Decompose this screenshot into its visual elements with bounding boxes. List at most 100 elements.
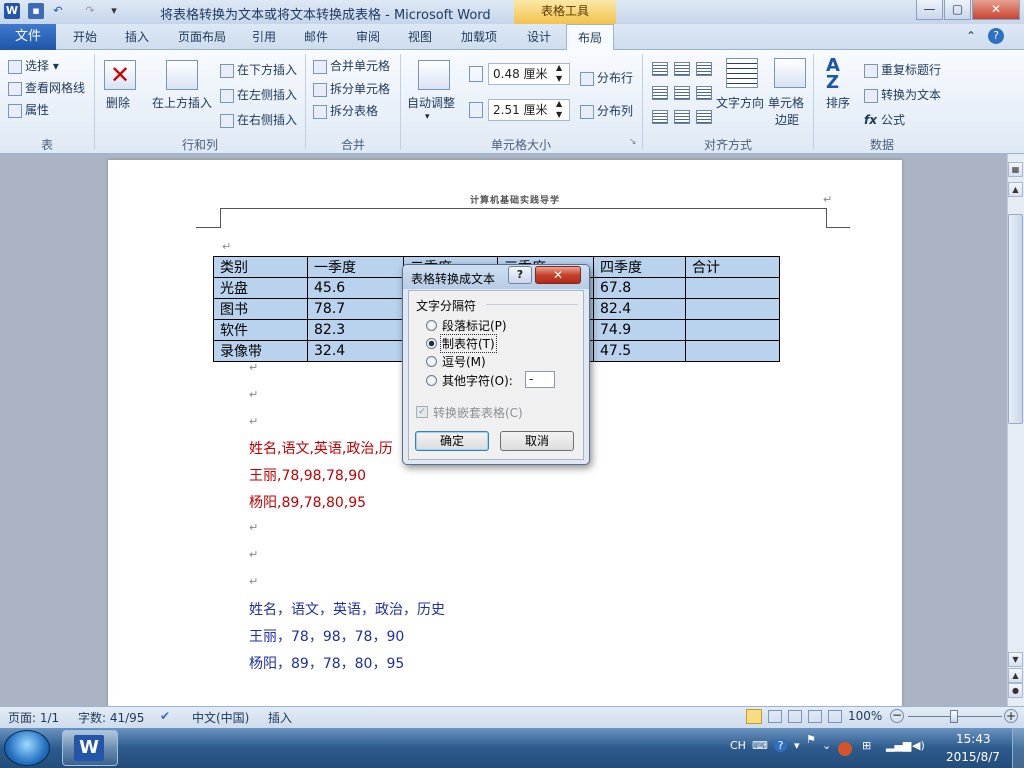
align-bottom-right-icon[interactable]	[696, 110, 712, 124]
radio-other[interactable]	[426, 375, 437, 386]
view-gridlines-button[interactable]: 查看网格线	[8, 79, 85, 96]
insert-below-button[interactable]: 在下方插入	[220, 61, 297, 78]
align-bottom-center-icon[interactable]	[674, 110, 690, 124]
align-top-right-icon[interactable]	[696, 62, 712, 76]
tab-insert[interactable]: 插入	[114, 24, 160, 50]
tab-page-layout[interactable]: 页面布局	[170, 24, 234, 50]
select-button[interactable]: 选择 ▾	[8, 57, 59, 74]
scroll-thumb[interactable]	[1008, 214, 1023, 424]
text-line-red[interactable]: 姓名,语文,英语,政治,历	[249, 438, 393, 458]
keyboard-icon[interactable]: ⌨	[752, 739, 768, 752]
close-button[interactable]: ✕	[972, 0, 1020, 20]
text-line-blue[interactable]: 杨阳，89，78，80，95	[249, 653, 404, 673]
volume-icon[interactable]: ◀)	[912, 739, 925, 752]
help-icon[interactable]: ?	[988, 28, 1004, 44]
table-cell[interactable]: 67.8	[593, 277, 686, 299]
ruler-toggle-icon[interactable]: ▦	[1008, 162, 1023, 177]
properties-button[interactable]: 属性	[8, 101, 49, 118]
zoom-out-icon[interactable]: −	[890, 709, 904, 723]
table-cell[interactable]: 74.9	[593, 319, 686, 341]
other-character-input[interactable]: -	[525, 371, 555, 388]
clock-time[interactable]: 15:43	[956, 732, 991, 746]
tab-addins[interactable]: 加载项	[452, 24, 506, 50]
word-app-icon[interactable]: W	[4, 3, 20, 19]
split-cells-button[interactable]: 拆分单元格	[313, 80, 390, 97]
table-header-cell[interactable]: 一季度	[307, 256, 404, 278]
split-table-button[interactable]: 拆分表格	[313, 102, 378, 119]
radio-paragraph-mark[interactable]	[426, 320, 437, 331]
table-cell[interactable]	[685, 277, 780, 299]
zoom-level[interactable]: 100%	[848, 709, 882, 723]
input-language[interactable]: CH	[730, 739, 746, 752]
table-cell[interactable]: 45.6	[307, 277, 404, 299]
tab-home[interactable]: 开始	[62, 24, 108, 50]
network-icon[interactable]: ▂▄▆	[886, 739, 911, 752]
tab-layout[interactable]: 布局	[566, 24, 614, 51]
tab-review[interactable]: 审阅	[348, 24, 388, 50]
table-cell[interactable]	[685, 319, 780, 341]
customize-qat-icon[interactable]: ▾	[106, 3, 122, 19]
align-middle-right-icon[interactable]	[696, 86, 712, 100]
tab-design[interactable]: 设计	[516, 24, 562, 50]
text-line-blue[interactable]: 王丽，78，98，78，90	[249, 626, 404, 646]
tab-references[interactable]: 引用	[244, 24, 284, 50]
tray-expand-icon[interactable]: ▾	[794, 739, 800, 752]
table-cell[interactable]: 32.4	[307, 340, 404, 362]
distribute-rows-button[interactable]: 分布行	[580, 69, 633, 86]
zoom-slider-thumb[interactable]	[950, 710, 958, 723]
save-icon[interactable]: ▪	[28, 3, 44, 19]
web-layout-icon[interactable]	[788, 710, 802, 723]
table-cell[interactable]: 录像带	[213, 340, 308, 362]
show-desktop-button[interactable]	[1012, 728, 1024, 768]
delete-button[interactable]: 删除	[106, 94, 130, 111]
table-cell[interactable]: 图书	[213, 298, 308, 320]
autofit-icon[interactable]	[418, 60, 450, 90]
redo-icon[interactable]: ↷	[82, 3, 98, 19]
table-cell[interactable]: 82.3	[307, 319, 404, 341]
repeat-header-button[interactable]: 重复标题行	[864, 61, 941, 78]
security-tray-icon[interactable]	[838, 742, 852, 756]
table-header-cell[interactable]: 合计	[685, 256, 780, 278]
sort-icon[interactable]: AZ	[826, 57, 840, 92]
table-cell[interactable]: 78.7	[307, 298, 404, 320]
zoom-in-icon[interactable]: +	[1004, 709, 1018, 723]
sort-button[interactable]: 排序	[826, 94, 850, 111]
maximize-button[interactable]: ▢	[944, 0, 971, 20]
previous-page-icon[interactable]: ▲	[1008, 668, 1023, 683]
radio-tab-label[interactable]: 制表符(T)	[440, 334, 497, 353]
formula-button[interactable]: fx 公式	[864, 111, 905, 128]
merge-cells-button[interactable]: 合并单元格	[313, 57, 390, 74]
full-screen-reading-icon[interactable]	[768, 710, 782, 723]
scroll-up-arrow[interactable]: ▲	[1008, 182, 1023, 197]
outline-view-icon[interactable]	[808, 710, 822, 723]
action-center-icon[interactable]: ⚑	[806, 733, 816, 746]
distribute-cols-button[interactable]: 分布列	[580, 102, 633, 119]
insert-above-icon[interactable]	[166, 60, 198, 90]
table-header-cell[interactable]: 四季度	[593, 256, 686, 278]
autofit-dropdown-icon[interactable]: ▾	[425, 112, 430, 122]
autofit-button[interactable]: 自动调整	[407, 94, 455, 111]
insert-mode-status[interactable]: 插入	[268, 709, 292, 726]
ok-button[interactable]: 确定	[415, 431, 489, 451]
align-top-left-icon[interactable]	[652, 62, 668, 76]
cell-margins-icon[interactable]	[774, 58, 806, 88]
cell-size-launcher-icon[interactable]: ↘	[629, 137, 637, 147]
row-height-spinner[interactable]: ▲ ▼	[556, 62, 562, 84]
text-direction-icon[interactable]	[726, 58, 758, 88]
start-button[interactable]	[4, 730, 50, 766]
dialog-close-button[interactable]: ✕	[535, 266, 581, 284]
cancel-button[interactable]: 取消	[500, 431, 574, 451]
cell-margins-button[interactable]: 单元格	[768, 94, 804, 111]
windows-flag-icon[interactable]: ⊞	[862, 739, 871, 752]
undo-icon[interactable]: ↶	[50, 3, 66, 19]
delete-icon[interactable]: ✕	[104, 60, 136, 90]
table-cell[interactable]	[685, 340, 780, 362]
word-count[interactable]: 字数: 41/95	[78, 709, 144, 726]
radio-tab[interactable]	[426, 338, 437, 349]
tab-view[interactable]: 视图	[400, 24, 440, 50]
align-middle-left-icon[interactable]	[652, 86, 668, 100]
align-top-center-icon[interactable]	[674, 62, 690, 76]
dialog-help-button[interactable]: ?	[508, 266, 532, 284]
text-line-red[interactable]: 王丽,78,98,78,90	[249, 465, 366, 485]
browse-object-icon[interactable]: ●	[1008, 683, 1023, 698]
